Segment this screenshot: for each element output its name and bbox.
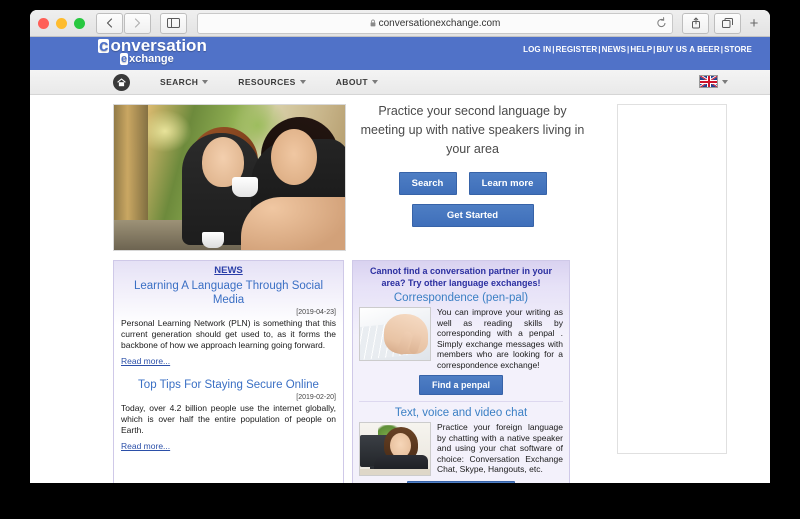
- minimize-window-button[interactable]: [56, 17, 67, 29]
- language-exchange-panel: Cannot find a conversation partner in yo…: [352, 260, 570, 483]
- exchange-section-title: Text, voice and video chat: [394, 407, 528, 419]
- navigation-buttons: [96, 12, 151, 34]
- exchange-section-chat: Text, voice and video chat Practice your…: [359, 407, 563, 483]
- exchange-section-body: You can improve your writing as well as …: [437, 307, 563, 370]
- news-date: [2019-02-20]: [296, 394, 336, 401]
- language-selector[interactable]: [699, 75, 728, 88]
- learn-more-button[interactable]: Learn more: [468, 172, 547, 195]
- chevron-left-icon: [106, 18, 113, 28]
- advertisement-placeholder: [617, 104, 727, 454]
- header-top-links: LOG IN|REGISTER|NEWS|HELP|BUY US A BEER|…: [523, 45, 752, 54]
- toolbar-right-buttons: +: [682, 12, 762, 34]
- top-link-news[interactable]: NEWS: [602, 45, 626, 54]
- find-penpal-button-wrap: Find a penpal: [359, 375, 563, 395]
- news-read-more-link[interactable]: Read more...: [121, 356, 170, 366]
- search-button[interactable]: Search: [398, 172, 457, 195]
- hero-button-row-1: Search Learn more: [360, 172, 585, 195]
- news-headline[interactable]: Learning A Language Through Social Media: [121, 279, 336, 307]
- site-header: c onversation e xchange LOG IN|REGISTER|NE…: [30, 37, 770, 70]
- top-link-log-in[interactable]: LOG IN: [523, 45, 551, 54]
- hero-button-row-2: Get Started: [360, 195, 585, 227]
- home-icon: [117, 77, 126, 86]
- show-sidebar-button[interactable]: [160, 12, 187, 34]
- news-item: Top Tips For Staying Secure Online [2019…: [121, 378, 336, 454]
- hero-headline: Practice your second language by meeting…: [360, 104, 585, 156]
- top-link-buy-us-a-beer[interactable]: BUY US A BEER: [656, 45, 719, 54]
- logo-line-1: c onversation: [98, 37, 233, 55]
- keyboard-thumbnail-image: [359, 307, 431, 361]
- top-link-store[interactable]: STORE: [724, 45, 752, 54]
- news-panel: NEWS Learning A Language Through Social …: [113, 260, 344, 483]
- exchange-section-body: Practice your foreign language by chatti…: [437, 422, 563, 474]
- news-date: [2019-04-23]: [296, 309, 336, 316]
- new-tab-button[interactable]: +: [746, 16, 762, 31]
- subnav-item-search[interactable]: SEARCH: [160, 77, 209, 87]
- news-headline[interactable]: Top Tips For Staying Secure Online: [121, 378, 336, 392]
- share-button[interactable]: [682, 12, 709, 34]
- news-body: Today, over 4.2 billion people use the i…: [121, 403, 336, 435]
- news-read-more-link[interactable]: Read more...: [121, 441, 170, 451]
- find-penpal-button[interactable]: Find a penpal: [418, 375, 503, 395]
- subnav-label-about: ABOUT: [335, 77, 368, 87]
- exchange-intro-text: Cannot find a conversation partner in yo…: [369, 266, 553, 288]
- exchange-section-title: Correspondence (pen-pal): [393, 292, 529, 304]
- get-started-button[interactable]: Get Started: [411, 204, 534, 227]
- hero-section: Practice your second language by meeting…: [360, 102, 585, 227]
- exchange-section-penpal: Correspondence (pen-pal) You can improve…: [359, 292, 563, 395]
- share-icon: [691, 17, 700, 29]
- page-viewport: c onversation e xchange LOG IN|REGISTER|NE…: [30, 37, 770, 483]
- subnav-item-about[interactable]: ABOUT: [336, 77, 378, 87]
- reload-icon[interactable]: [656, 16, 667, 32]
- maximize-window-button[interactable]: [74, 17, 85, 29]
- chevron-down-icon: [299, 80, 306, 84]
- find-chat-partner-button-wrap: Find a chat partner: [359, 481, 563, 483]
- news-item: Learning A Language Through Social Media…: [121, 279, 336, 369]
- chevron-down-icon: [371, 80, 378, 84]
- chevron-down-icon: [202, 80, 209, 84]
- chevron-right-icon: [134, 18, 141, 28]
- lock-icon: [370, 19, 376, 27]
- uk-flag-icon: [699, 75, 718, 88]
- browser-window: conversationexchange.com + c onversation…: [30, 10, 770, 483]
- hero-image: [113, 104, 346, 251]
- chevron-down-icon: [722, 79, 728, 84]
- home-button[interactable]: [113, 73, 130, 91]
- close-window-button[interactable]: [38, 17, 49, 29]
- news-panel-title: NEWS: [214, 265, 243, 276]
- site-logo[interactable]: c onversation e xchange: [98, 37, 233, 65]
- top-link-help[interactable]: HELP: [630, 45, 652, 54]
- site-subnav: SEARCH RESOURCES ABOUT: [30, 70, 770, 95]
- logo-line-2-text: xchange: [129, 53, 174, 65]
- video-chat-thumbnail-image: [359, 422, 431, 476]
- url-text: conversationexchange.com: [378, 17, 501, 29]
- logo-e-box: e: [120, 53, 129, 65]
- subnav-item-resources[interactable]: RESOURCES: [238, 77, 306, 87]
- subnav-label-search: SEARCH: [160, 77, 199, 87]
- back-button[interactable]: [96, 12, 123, 34]
- subnav-label-resources: RESOURCES: [238, 77, 296, 87]
- news-body: Personal Learning Network (PLN) is somet…: [121, 318, 336, 350]
- forward-button[interactable]: [124, 12, 151, 34]
- sidebar-icon: [167, 18, 180, 28]
- address-bar[interactable]: conversationexchange.com: [197, 12, 673, 34]
- find-chat-partner-button[interactable]: Find a chat partner: [407, 481, 515, 483]
- show-tabs-button[interactable]: [714, 12, 741, 34]
- logo-c-box: c: [98, 37, 110, 55]
- window-controls: [38, 17, 85, 29]
- top-link-register[interactable]: REGISTER: [556, 45, 598, 54]
- section-divider: [359, 401, 563, 402]
- browser-toolbar: conversationexchange.com +: [30, 10, 770, 37]
- page-content: Practice your second language by meeting…: [30, 95, 770, 483]
- tabs-icon: [722, 17, 733, 28]
